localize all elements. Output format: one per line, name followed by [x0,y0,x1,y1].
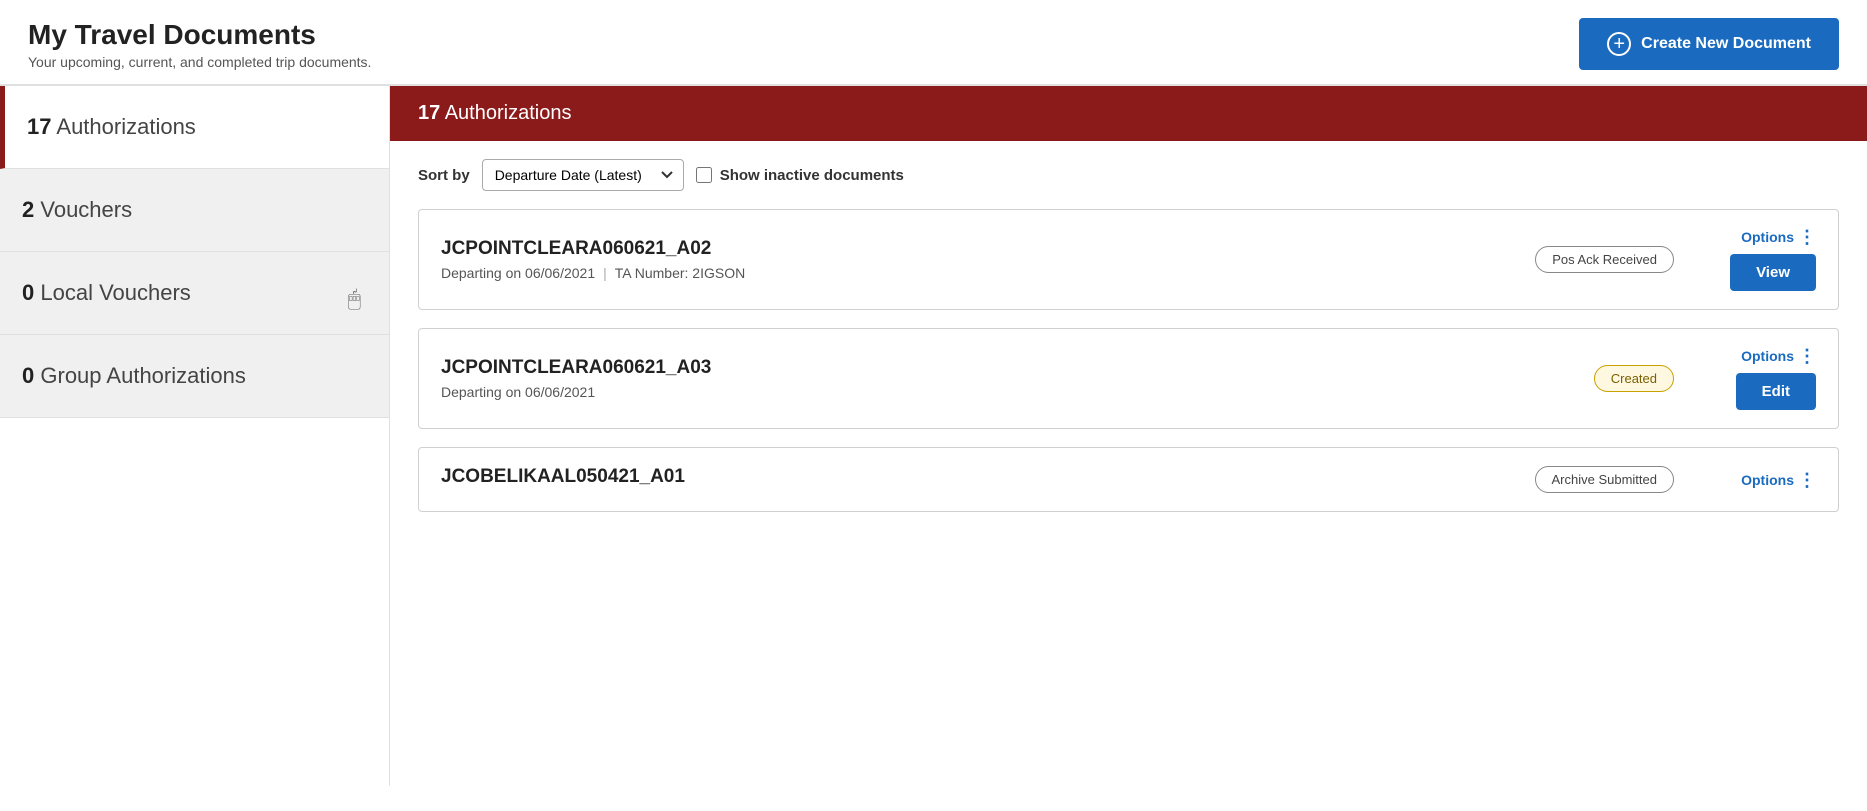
doc-right-3: Options ⋮ [1696,471,1816,489]
show-inactive-label: Show inactive documents [720,167,904,184]
header-left: My Travel Documents Your upcoming, curre… [28,19,371,70]
status-badge-1: Pos Ack Received [1535,246,1674,273]
view-button-1[interactable]: View [1730,254,1816,291]
sidebar-group-auth-label: Group Authorizations [40,363,245,388]
sidebar-vouchers-count: 2 [22,197,34,222]
doc-title-2: JCPOINTCLEARA060621_A03 [441,357,1594,379]
document-card-2: JCPOINTCLEARA060621_A03 Departing on 06/… [418,328,1839,429]
sidebar-group-auth-count: 0 [22,363,34,388]
sidebar-local-vouchers-label: Local Vouchers [40,280,190,305]
doc-title-1: JCPOINTCLEARA060621_A02 [441,238,1535,260]
doc-title-3: JCOBELIKAAL050421_A01 [441,466,1535,488]
doc-left-1: JCPOINTCLEARA060621_A02 Departing on 06/… [441,238,1535,281]
doc-right-1: Options ⋮ View [1696,228,1816,291]
options-label-1: Options [1741,229,1794,245]
page-title: My Travel Documents [28,19,371,51]
sort-bar: Sort by Departure Date (Latest) Departur… [390,141,1867,209]
doc-left-3: JCOBELIKAAL050421_A01 [441,466,1535,493]
sidebar-local-vouchers-count: 0 [22,280,34,305]
doc-departure-1: Departing on 06/06/2021 [441,265,595,281]
doc-ta-1: TA Number: 2IGSON [615,265,745,281]
sidebar-item-vouchers[interactable]: 2 Vouchers [0,169,389,252]
options-link-1[interactable]: Options ⋮ [1741,228,1816,246]
show-inactive-wrapper[interactable]: Show inactive documents [696,167,904,184]
doc-separator-1: | [603,265,607,281]
sort-label: Sort by [418,167,470,184]
section-count: 17 [418,102,440,124]
page-subtitle: Your upcoming, current, and completed tr… [28,54,371,70]
cursor-icon: 🖱 [348,286,361,312]
options-link-2[interactable]: Options ⋮ [1741,347,1816,365]
show-inactive-checkbox[interactable] [696,167,712,183]
doc-left-2: JCPOINTCLEARA060621_A03 Departing on 06/… [441,357,1594,400]
doc-departure-2: Departing on 06/06/2021 [441,384,595,400]
sidebar-vouchers-label: Vouchers [40,197,132,222]
doc-center-1: Pos Ack Received [1535,246,1674,273]
sort-select[interactable]: Departure Date (Latest) Departure Date (… [482,159,684,191]
section-header: 17 Authorizations [390,86,1867,141]
doc-center-2: Created [1594,365,1674,392]
create-new-document-button[interactable]: + Create New Document [1579,18,1839,70]
options-link-3[interactable]: Options ⋮ [1741,471,1816,489]
status-badge-3: Archive Submitted [1535,466,1675,493]
doc-right-2: Options ⋮ Edit [1696,347,1816,410]
options-dots-1: ⋮ [1798,228,1816,246]
sidebar-item-authorizations[interactable]: 17 Authorizations [0,86,389,169]
document-card-3: JCOBELIKAAL050421_A01 Archive Submitted … [418,447,1839,512]
sidebar-authorizations-label: Authorizations [56,114,195,139]
page-header: My Travel Documents Your upcoming, curre… [0,0,1867,86]
sidebar-authorizations-count: 17 [27,114,51,139]
doc-meta-2: Departing on 06/06/2021 [441,384,1594,400]
plus-circle-icon: + [1607,32,1631,56]
options-label-2: Options [1741,348,1794,364]
edit-button-2[interactable]: Edit [1736,373,1816,410]
sidebar-item-group-authorizations[interactable]: 0 Group Authorizations [0,335,389,418]
options-dots-3: ⋮ [1798,471,1816,489]
document-card-1: JCPOINTCLEARA060621_A02 Departing on 06/… [418,209,1839,310]
content-area: 17 Authorizations Sort by Departure Date… [390,86,1867,786]
options-label-3: Options [1741,472,1794,488]
status-badge-2: Created [1594,365,1674,392]
doc-center-3: Archive Submitted [1535,466,1675,493]
options-dots-2: ⋮ [1798,347,1816,365]
sidebar: < 17 Authorizations 2 Vouchers 0 Local V… [0,86,390,786]
main-layout: < 17 Authorizations 2 Vouchers 0 Local V… [0,86,1867,786]
section-label: Authorizations [445,102,572,124]
create-button-label: Create New Document [1641,35,1811,53]
doc-meta-1: Departing on 06/06/2021 | TA Number: 2IG… [441,265,1535,281]
sidebar-item-local-vouchers[interactable]: 0 Local Vouchers 🖱 [0,252,389,335]
